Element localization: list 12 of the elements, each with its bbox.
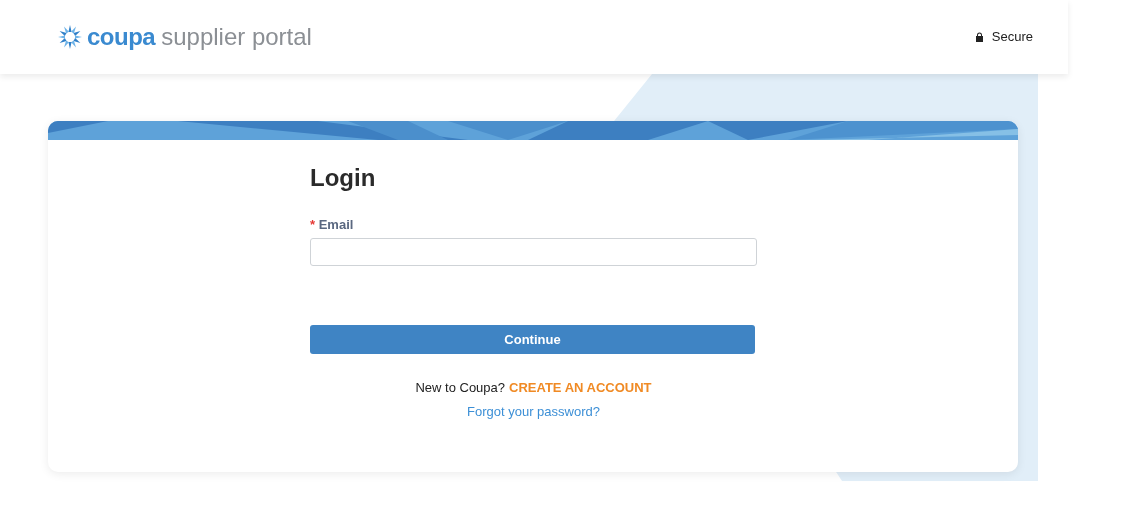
secure-label: Secure (991, 28, 1033, 47)
create-account-link[interactable]: CREATE AN ACCOUNT (509, 378, 652, 398)
login-title: Login (310, 164, 377, 193)
email-label: * Email (310, 215, 355, 234)
logo-icon (57, 24, 83, 50)
lock-icon (974, 32, 984, 42)
new-to-coupa-text: New to Coupa? (415, 379, 506, 398)
logo-brand[interactable]: coupa (87, 19, 156, 55)
forgot-password-link[interactable]: Forgot your password? (467, 401, 600, 422)
continue-button[interactable]: Continue (310, 325, 755, 355)
logo-product: supplier portal (161, 22, 312, 52)
email-field[interactable] (310, 238, 757, 267)
